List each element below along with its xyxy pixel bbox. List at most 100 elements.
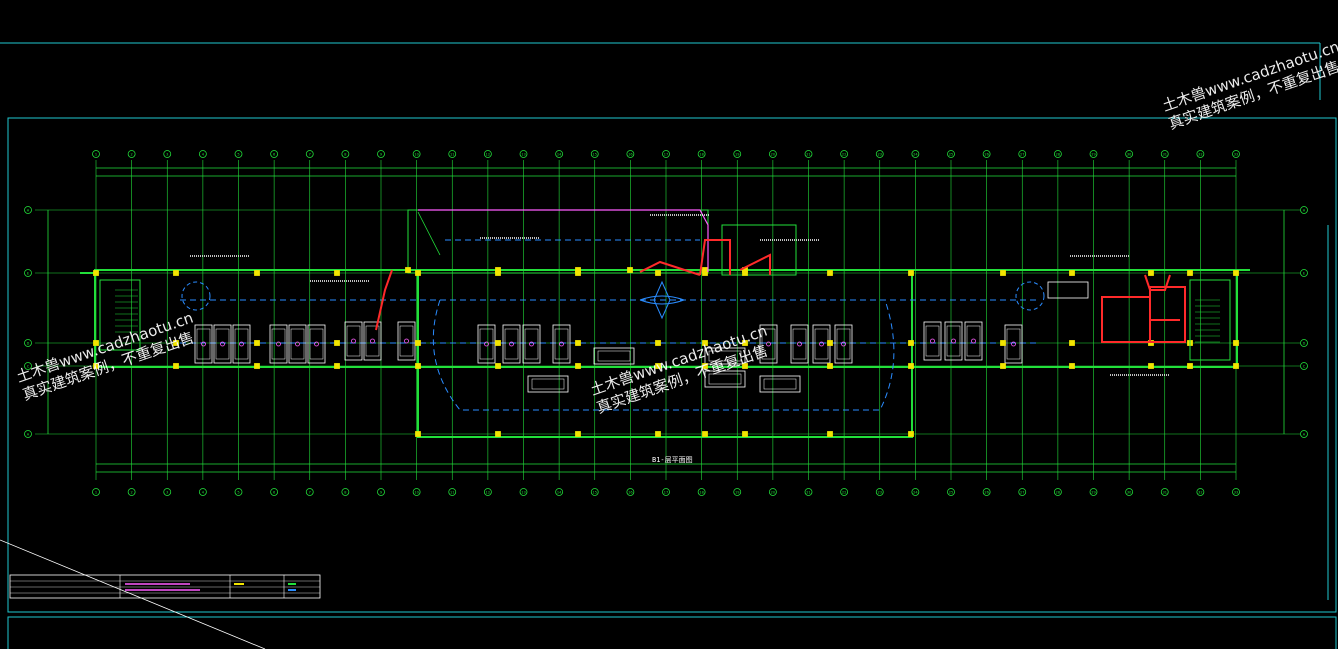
- axis-label-top: 30: [1127, 153, 1131, 157]
- drawing-title: B1-层平面图: [652, 456, 693, 464]
- axis-label-left: D: [27, 342, 30, 346]
- axis-label-top: 5: [237, 153, 239, 157]
- axis-label-bottom: 20: [771, 491, 775, 495]
- axis-label-top: 9: [380, 153, 382, 157]
- axis-label-bottom: 26: [984, 491, 988, 495]
- sprinkler: [930, 338, 935, 344]
- car-outline: [554, 328, 569, 360]
- fan-room: [1101, 296, 1151, 343]
- sprinkler: [370, 338, 375, 344]
- axis-label-bottom: 16: [628, 491, 632, 495]
- structural-column: [334, 363, 340, 369]
- axis-label-bottom: 31: [1163, 491, 1167, 495]
- equipment-room: [721, 224, 797, 276]
- axis-label-top: 8: [344, 153, 346, 157]
- axis-label-bottom: 33: [1234, 491, 1238, 495]
- axis-label-top: 31: [1163, 153, 1167, 157]
- car-outline: [966, 325, 981, 357]
- axis-label-top: 19: [735, 153, 739, 157]
- structural-column: [827, 431, 833, 437]
- car-outline: [290, 328, 305, 360]
- structural-column: [742, 431, 748, 437]
- structural-column: [1187, 363, 1193, 369]
- axis-label-left: H: [27, 209, 30, 213]
- axis-label-top: 6: [273, 153, 275, 157]
- parking-stall: [923, 321, 942, 361]
- axis-label-bottom: 29: [1091, 491, 1095, 495]
- parking-stall: [307, 324, 326, 364]
- parking-stall-horizontal: [593, 347, 635, 365]
- axis-label-top: 33: [1234, 153, 1238, 157]
- sprinkler: [951, 338, 956, 344]
- axis-label-top: 12: [486, 153, 490, 157]
- structural-column: [827, 270, 833, 276]
- axis-label-top: 7: [309, 153, 311, 157]
- parking-stall: [397, 321, 416, 361]
- axis-label-top: 18: [699, 153, 703, 157]
- axis-label-bottom: 22: [842, 491, 846, 495]
- parking-stall: [344, 321, 363, 361]
- axis-label-top: 23: [878, 153, 882, 157]
- parking-stall: [213, 324, 232, 364]
- structural-column: [173, 363, 179, 369]
- structural-column: [1148, 270, 1154, 276]
- car-outline: [597, 350, 631, 362]
- axis-label-right: E: [1303, 272, 1305, 276]
- structural-column: [655, 340, 661, 346]
- sprinkler: [295, 341, 300, 347]
- axis-label-top: 21: [806, 153, 810, 157]
- axis-label-top: 15: [593, 153, 597, 157]
- structural-column: [1000, 363, 1006, 369]
- structural-column: [702, 431, 708, 437]
- turning-circle: [181, 281, 211, 311]
- axis-label-bottom: 8: [344, 491, 346, 495]
- axis-label-bottom: 9: [380, 491, 382, 495]
- sprinkler: [276, 341, 281, 347]
- axis-label-bottom: 1: [95, 491, 97, 495]
- axis-label-right: H: [1303, 209, 1306, 213]
- axis-label-bottom: 18: [699, 491, 703, 495]
- structural-column: [575, 267, 581, 273]
- axis-label-left: A: [27, 433, 30, 437]
- axis-label-bottom: 12: [486, 491, 490, 495]
- car-outline: [215, 328, 230, 360]
- axis-label-top: 3: [166, 153, 168, 157]
- axis-label-top: 16: [628, 153, 632, 157]
- axis-label-bottom: 6: [273, 491, 275, 495]
- structural-column: [1000, 270, 1006, 276]
- car-outline: [365, 325, 380, 357]
- car-outline: [504, 328, 519, 360]
- structural-column: [405, 267, 411, 273]
- sprinkler: [797, 341, 802, 347]
- axis-label-top: 22: [842, 153, 846, 157]
- structural-column: [254, 270, 260, 276]
- sprinkler: [314, 341, 319, 347]
- central-ramp-block: [417, 269, 913, 438]
- axis-label-top: 4: [202, 153, 205, 157]
- structural-column: [93, 270, 99, 276]
- structural-column: [173, 270, 179, 276]
- parking-stall: [944, 321, 963, 361]
- sprinkler: [404, 338, 409, 344]
- structural-column: [495, 363, 501, 369]
- parking-stall-horizontal: [527, 375, 569, 393]
- structural-column: [1187, 270, 1193, 276]
- axis-label-top: 27: [1020, 153, 1024, 157]
- axis-label-top: 13: [521, 153, 525, 157]
- legend-table: [9, 574, 321, 599]
- axis-label-top: 14: [557, 153, 562, 157]
- structural-column: [908, 270, 914, 276]
- structural-column: [827, 363, 833, 369]
- axis-label-bottom: 27: [1020, 491, 1024, 495]
- structural-column: [1069, 340, 1075, 346]
- axis-label-left: E: [27, 272, 29, 276]
- structural-column: [627, 267, 633, 273]
- structural-column: [827, 340, 833, 346]
- axis-label-top: 24: [913, 153, 918, 157]
- car-outline: [925, 325, 940, 357]
- axis-label-right: D: [1303, 342, 1306, 346]
- axis-label-bottom: 17: [664, 491, 668, 495]
- axis-label-bottom: 11: [450, 491, 454, 495]
- axis-label-top: 17: [664, 153, 668, 157]
- car-outline: [763, 378, 797, 390]
